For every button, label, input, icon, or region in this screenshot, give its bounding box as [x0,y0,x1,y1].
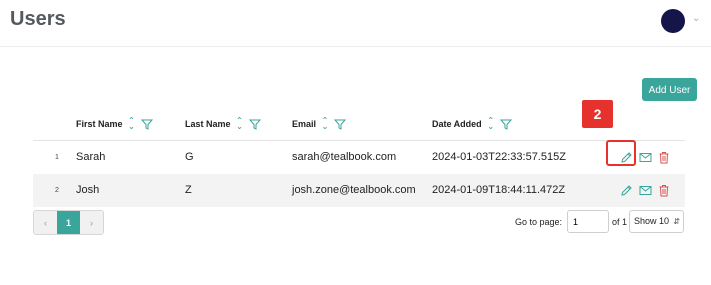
column-header-email: Email ⌃ ⌄ [292,117,347,131]
table-row: 2 Josh Z josh.zone@tealbook.com 2024-01-… [33,174,685,207]
sort-icon[interactable]: ⌃ ⌄ [486,117,496,131]
prev-page-button[interactable]: ‹ [34,211,57,234]
step-badge: 2 [582,100,613,128]
column-header-first-name: First Name ⌃ ⌄ [76,117,153,131]
date-added-cell: 2024-01-09T18:44:11.472Z [432,184,566,196]
column-label: First Name [76,119,123,129]
trash-icon[interactable] [657,184,671,198]
top-bar: Users ⌄ [0,0,711,47]
chevron-down-icon[interactable]: ⌄ [692,13,700,24]
page-button-current[interactable]: 1 [57,211,80,234]
add-user-button[interactable]: Add User [642,78,697,101]
pagination: ‹ 1 › [33,210,104,235]
first-name-cell: Josh [76,184,100,196]
filter-icon[interactable] [140,119,153,130]
date-added-cell: 2024-01-03T22:33:57.515Z [432,151,566,163]
avatar[interactable] [661,9,685,33]
email-cell: josh.zone@tealbook.com [292,184,416,196]
column-label: Email [292,119,317,129]
row-index: 1 [55,154,59,161]
sort-icon[interactable]: ⌃ ⌄ [127,117,137,131]
mail-icon[interactable] [638,184,652,198]
goto-page-label: Go to page: [515,217,563,227]
chevron-updown-icon: ⇵ [673,217,680,226]
page-size-select[interactable]: Show 10 ⇵ [629,210,684,233]
email-cell: sarah@tealbook.com [292,151,397,163]
column-label: Date Added [432,119,482,129]
mail-icon[interactable] [638,151,652,165]
filter-icon[interactable] [334,119,347,130]
sort-icon[interactable]: ⌃ ⌄ [235,117,245,131]
column-header-last-name: Last Name ⌃ ⌄ [185,117,261,131]
row-actions [619,174,671,207]
page-count-label: of 1 [612,217,628,227]
sort-icon[interactable]: ⌃ ⌄ [320,117,330,131]
table-row: 1 Sarah G sarah@tealbook.com 2024-01-03T… [33,141,685,174]
filter-icon[interactable] [248,119,261,130]
last-name-cell: Z [185,184,192,196]
column-label: Last Name [185,119,231,129]
row-index: 2 [55,187,59,194]
column-header-date-added: Date Added ⌃ ⌄ [432,117,512,131]
goto-page-input[interactable] [567,210,609,233]
first-name-cell: Sarah [76,151,106,163]
page-title: Users [10,8,66,30]
trash-icon[interactable] [657,151,671,165]
pencil-icon[interactable] [619,184,633,198]
edit-highlight-box [606,140,636,166]
page-size-label: Show 10 [634,216,670,226]
last-name-cell: G [185,151,194,163]
filter-icon[interactable] [499,119,512,130]
next-page-button[interactable]: › [80,211,103,234]
